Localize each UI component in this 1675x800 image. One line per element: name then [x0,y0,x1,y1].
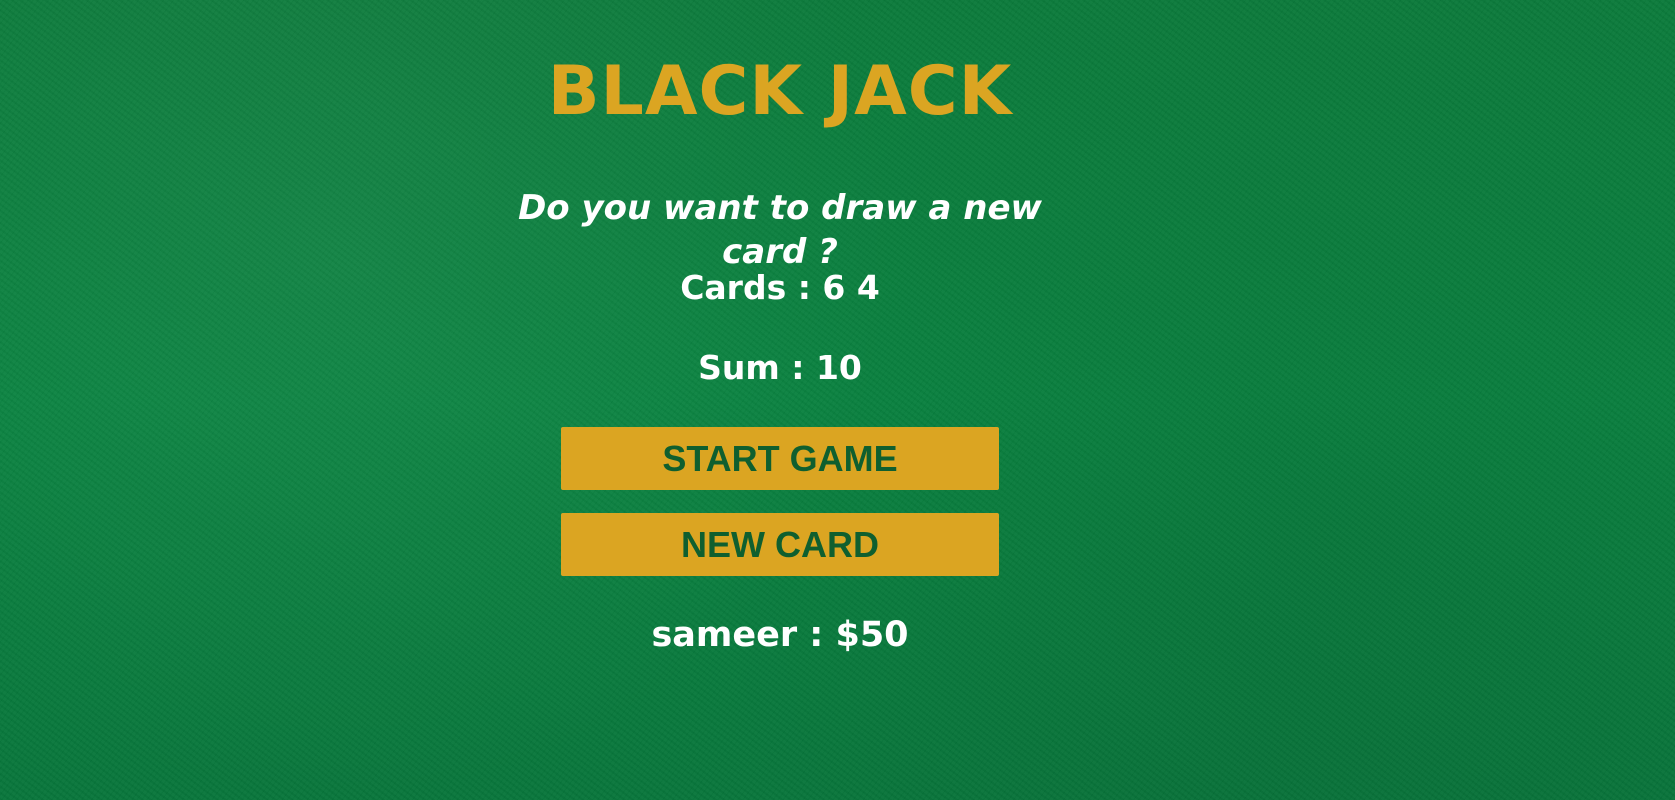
player-balance: sameer : $50 [651,615,909,655]
message-text: Do you want to draw a new card ? [518,188,1042,272]
game-title: BLACK JACK [547,52,1013,131]
start-game-button[interactable]: START GAME [561,427,999,490]
cards-text: Cards : 6 4 [680,268,880,307]
sum-text: Sum : 10 [698,348,862,387]
new-card-button[interactable]: NEW CARD [561,513,999,576]
